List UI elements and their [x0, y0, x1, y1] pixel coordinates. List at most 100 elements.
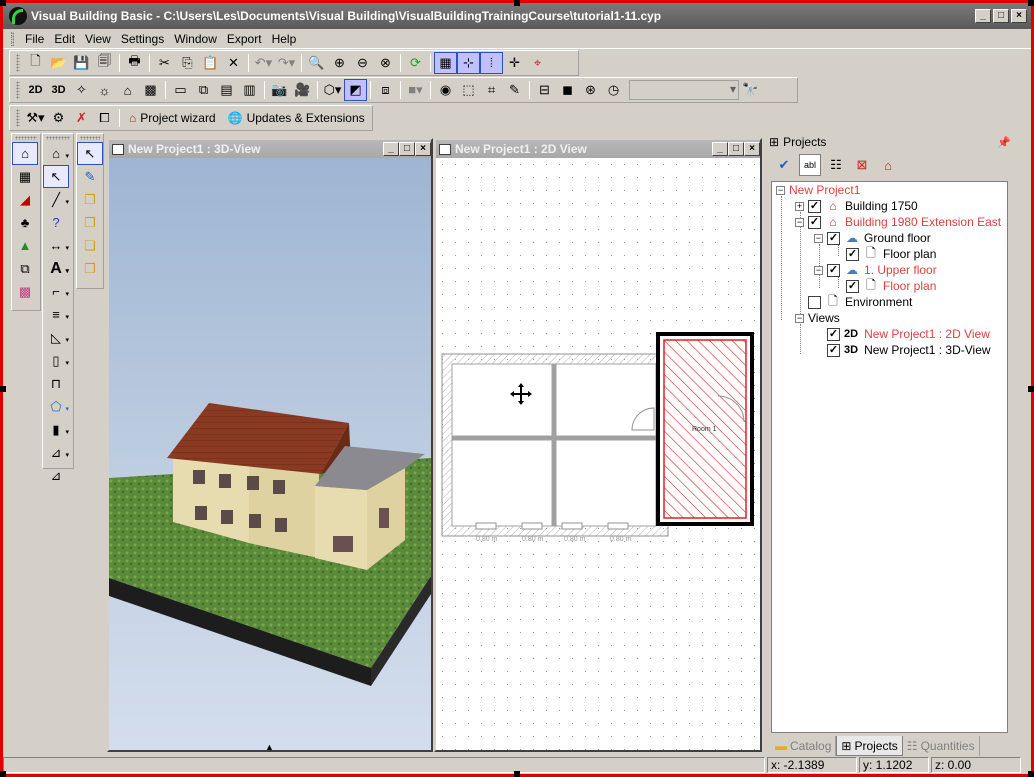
texture-palette-icon[interactable]: ▩: [12, 280, 38, 303]
save-icon[interactable]: 💾: [70, 52, 93, 74]
menu-file[interactable]: File: [20, 32, 49, 46]
toolbar-grip[interactable]: [16, 109, 20, 127]
collapse-toggle[interactable]: −: [814, 265, 823, 275]
updates-extensions-button[interactable]: 🌐 Updates & Extensions: [222, 111, 371, 125]
screenshot-icon[interactable]: ⧠: [93, 107, 116, 129]
select-brush-icon[interactable]: ✎: [77, 165, 103, 188]
hammer-icon[interactable]: ⚙: [47, 107, 70, 129]
check-icon[interactable]: ✔: [773, 154, 795, 176]
view-3d-icon[interactable]: 3D: [47, 79, 70, 101]
3d-close-button[interactable]: ×: [415, 142, 431, 156]
guide-lines-icon[interactable]: ⦙: [480, 52, 503, 74]
stairs-straight-icon[interactable]: ≡ ▾: [43, 303, 69, 326]
zoom-fit-icon[interactable]: ⊗: [374, 52, 397, 74]
snap-grid-icon[interactable]: ⊹: [457, 52, 480, 74]
resize-handle[interactable]: [0, 771, 6, 777]
floor-grid-icon[interactable]: ▦: [12, 165, 38, 188]
fence-icon[interactable]: ⌗: [480, 79, 503, 101]
column-icon[interactable]: ▯ ▾: [43, 349, 69, 372]
ramp-icon[interactable]: ◺ ▾: [43, 326, 69, 349]
paste-icon[interactable]: 📋: [199, 52, 222, 74]
undo-icon[interactable]: ↶▾: [252, 52, 275, 74]
2d-plan-canvas[interactable]: Room 1 0.80 m 0.80 m 0.80 m 0.80 m: [436, 158, 760, 750]
zoom-icon[interactable]: 🔍: [305, 52, 328, 74]
2d-view-window[interactable]: New Project1 : 2D View _ □ × Room 1 0.80…: [434, 138, 762, 752]
3d-minimize-button[interactable]: _: [383, 142, 399, 156]
cabinet-icon[interactable]: ▮ ▾: [43, 418, 69, 441]
redo-icon[interactable]: ↷▾: [275, 52, 298, 74]
visibility-checkbox[interactable]: ✓: [827, 327, 840, 341]
object-move-icon[interactable]: ⬚: [457, 79, 480, 101]
new-file-icon[interactable]: 🗋: [24, 52, 47, 74]
magic-wand-icon[interactable]: ✧: [70, 79, 93, 101]
paint-icon[interactable]: ✎: [503, 79, 526, 101]
wall-icon[interactable]: ⌂: [12, 142, 38, 165]
tree-node-building-1980[interactable]: − ✓ ⌂ Building 1980 Extension East: [795, 214, 1001, 230]
visibility-checkbox[interactable]: ✓: [846, 247, 859, 261]
window-cascade-icon[interactable]: ⧉: [192, 79, 215, 101]
refresh-icon[interactable]: ⟳: [404, 52, 427, 74]
visibility-checkbox[interactable]: ✓: [808, 199, 821, 213]
clock-icon[interactable]: ◷: [602, 79, 625, 101]
properties-icon[interactable]: ☷: [825, 154, 847, 176]
crosshair-icon[interactable]: ✛: [503, 52, 526, 74]
perspective-icon[interactable]: ◩: [344, 79, 367, 101]
maximize-button[interactable]: □: [993, 9, 1009, 23]
tree-node-floor-plan-upper[interactable]: ✓ 🗋 Floor plan: [846, 278, 936, 294]
cube-icon[interactable]: ⬡▾: [321, 79, 344, 101]
tree-node-environment[interactable]: 🗋 Environment: [808, 294, 912, 310]
visibility-checkbox[interactable]: ✓: [827, 231, 840, 245]
collapse-toggle[interactable]: −: [776, 185, 785, 195]
menu-window[interactable]: Window: [169, 32, 222, 46]
collapse-toggle[interactable]: −: [795, 313, 804, 323]
texture-icon[interactable]: ▩: [139, 79, 162, 101]
visibility-checkbox[interactable]: ✓: [827, 343, 840, 357]
color-swatch-icon[interactable]: ■▾: [404, 79, 427, 101]
toolbar-grip[interactable]: [16, 81, 20, 99]
material-icon[interactable]: ◉: [434, 79, 457, 101]
resize-handle[interactable]: [0, 386, 6, 392]
3d-view-window[interactable]: New Project1 : 3D-View _ □ × ▲: [107, 138, 433, 752]
expand-toggle[interactable]: +: [795, 201, 804, 211]
view-2d-icon[interactable]: 2D: [24, 79, 47, 101]
select-arrow-icon[interactable]: ↖: [43, 165, 69, 188]
zoom-in-icon[interactable]: ⊕: [328, 52, 351, 74]
line-tool-icon[interactable]: ╱ ▾: [43, 188, 69, 211]
window-single-icon[interactable]: ▭: [169, 79, 192, 101]
menubar-grip[interactable]: [11, 31, 14, 46]
tree-node-2d-view[interactable]: ✓ 2D New Project1 : 2D View: [827, 326, 990, 342]
project-wizard-button[interactable]: ⌂ Project wizard: [123, 111, 222, 125]
3d-viewport[interactable]: ▲: [109, 158, 431, 750]
tab-catalog[interactable]: ▬ Catalog: [771, 736, 837, 756]
menu-view[interactable]: View: [80, 32, 116, 46]
3d-maximize-button[interactable]: □: [399, 142, 415, 156]
layer-copy-icon[interactable]: ❐: [77, 188, 103, 211]
2d-close-button[interactable]: ×: [744, 142, 760, 156]
collapse-toggle[interactable]: −: [814, 233, 823, 243]
close-button[interactable]: ×: [1011, 9, 1027, 23]
door-icon[interactable]: ⊓: [43, 372, 69, 395]
tree-node-3d-view[interactable]: ✓ 3D New Project1 : 3D-View: [827, 342, 991, 358]
tree-node-views[interactable]: − Views: [795, 310, 840, 326]
delete-item-icon[interactable]: ⊠: [851, 154, 873, 176]
menu-settings[interactable]: Settings: [116, 32, 169, 46]
staircase-icon[interactable]: ⊿ ▾: [43, 441, 69, 464]
landscape-icon[interactable]: ▲: [12, 234, 38, 257]
resize-handle[interactable]: [1028, 771, 1034, 777]
open-folder-icon[interactable]: 📂: [47, 52, 70, 74]
window-tile-v-icon[interactable]: ▥: [238, 79, 261, 101]
toolbar-grip[interactable]: [16, 54, 20, 72]
menu-help[interactable]: Help: [267, 32, 302, 46]
layer-back-icon[interactable]: ❑: [77, 234, 103, 257]
railing-icon[interactable]: ⊿: [43, 464, 69, 487]
print-icon[interactable]: 🖶: [123, 52, 146, 74]
window-tile-h-icon[interactable]: ▤: [215, 79, 238, 101]
layers-icon[interactable]: ⧈: [374, 79, 397, 101]
resize-handle[interactable]: [1028, 0, 1034, 6]
rename-icon[interactable]: abl: [799, 154, 821, 176]
image-icon[interactable]: ⧉: [12, 257, 38, 280]
tree-node-floor-plan[interactable]: ✓ 🗋 Floor plan: [846, 246, 936, 262]
menu-export[interactable]: Export: [222, 32, 267, 46]
building-add-icon[interactable]: ⌂: [877, 154, 899, 176]
visibility-checkbox[interactable]: [808, 295, 821, 309]
